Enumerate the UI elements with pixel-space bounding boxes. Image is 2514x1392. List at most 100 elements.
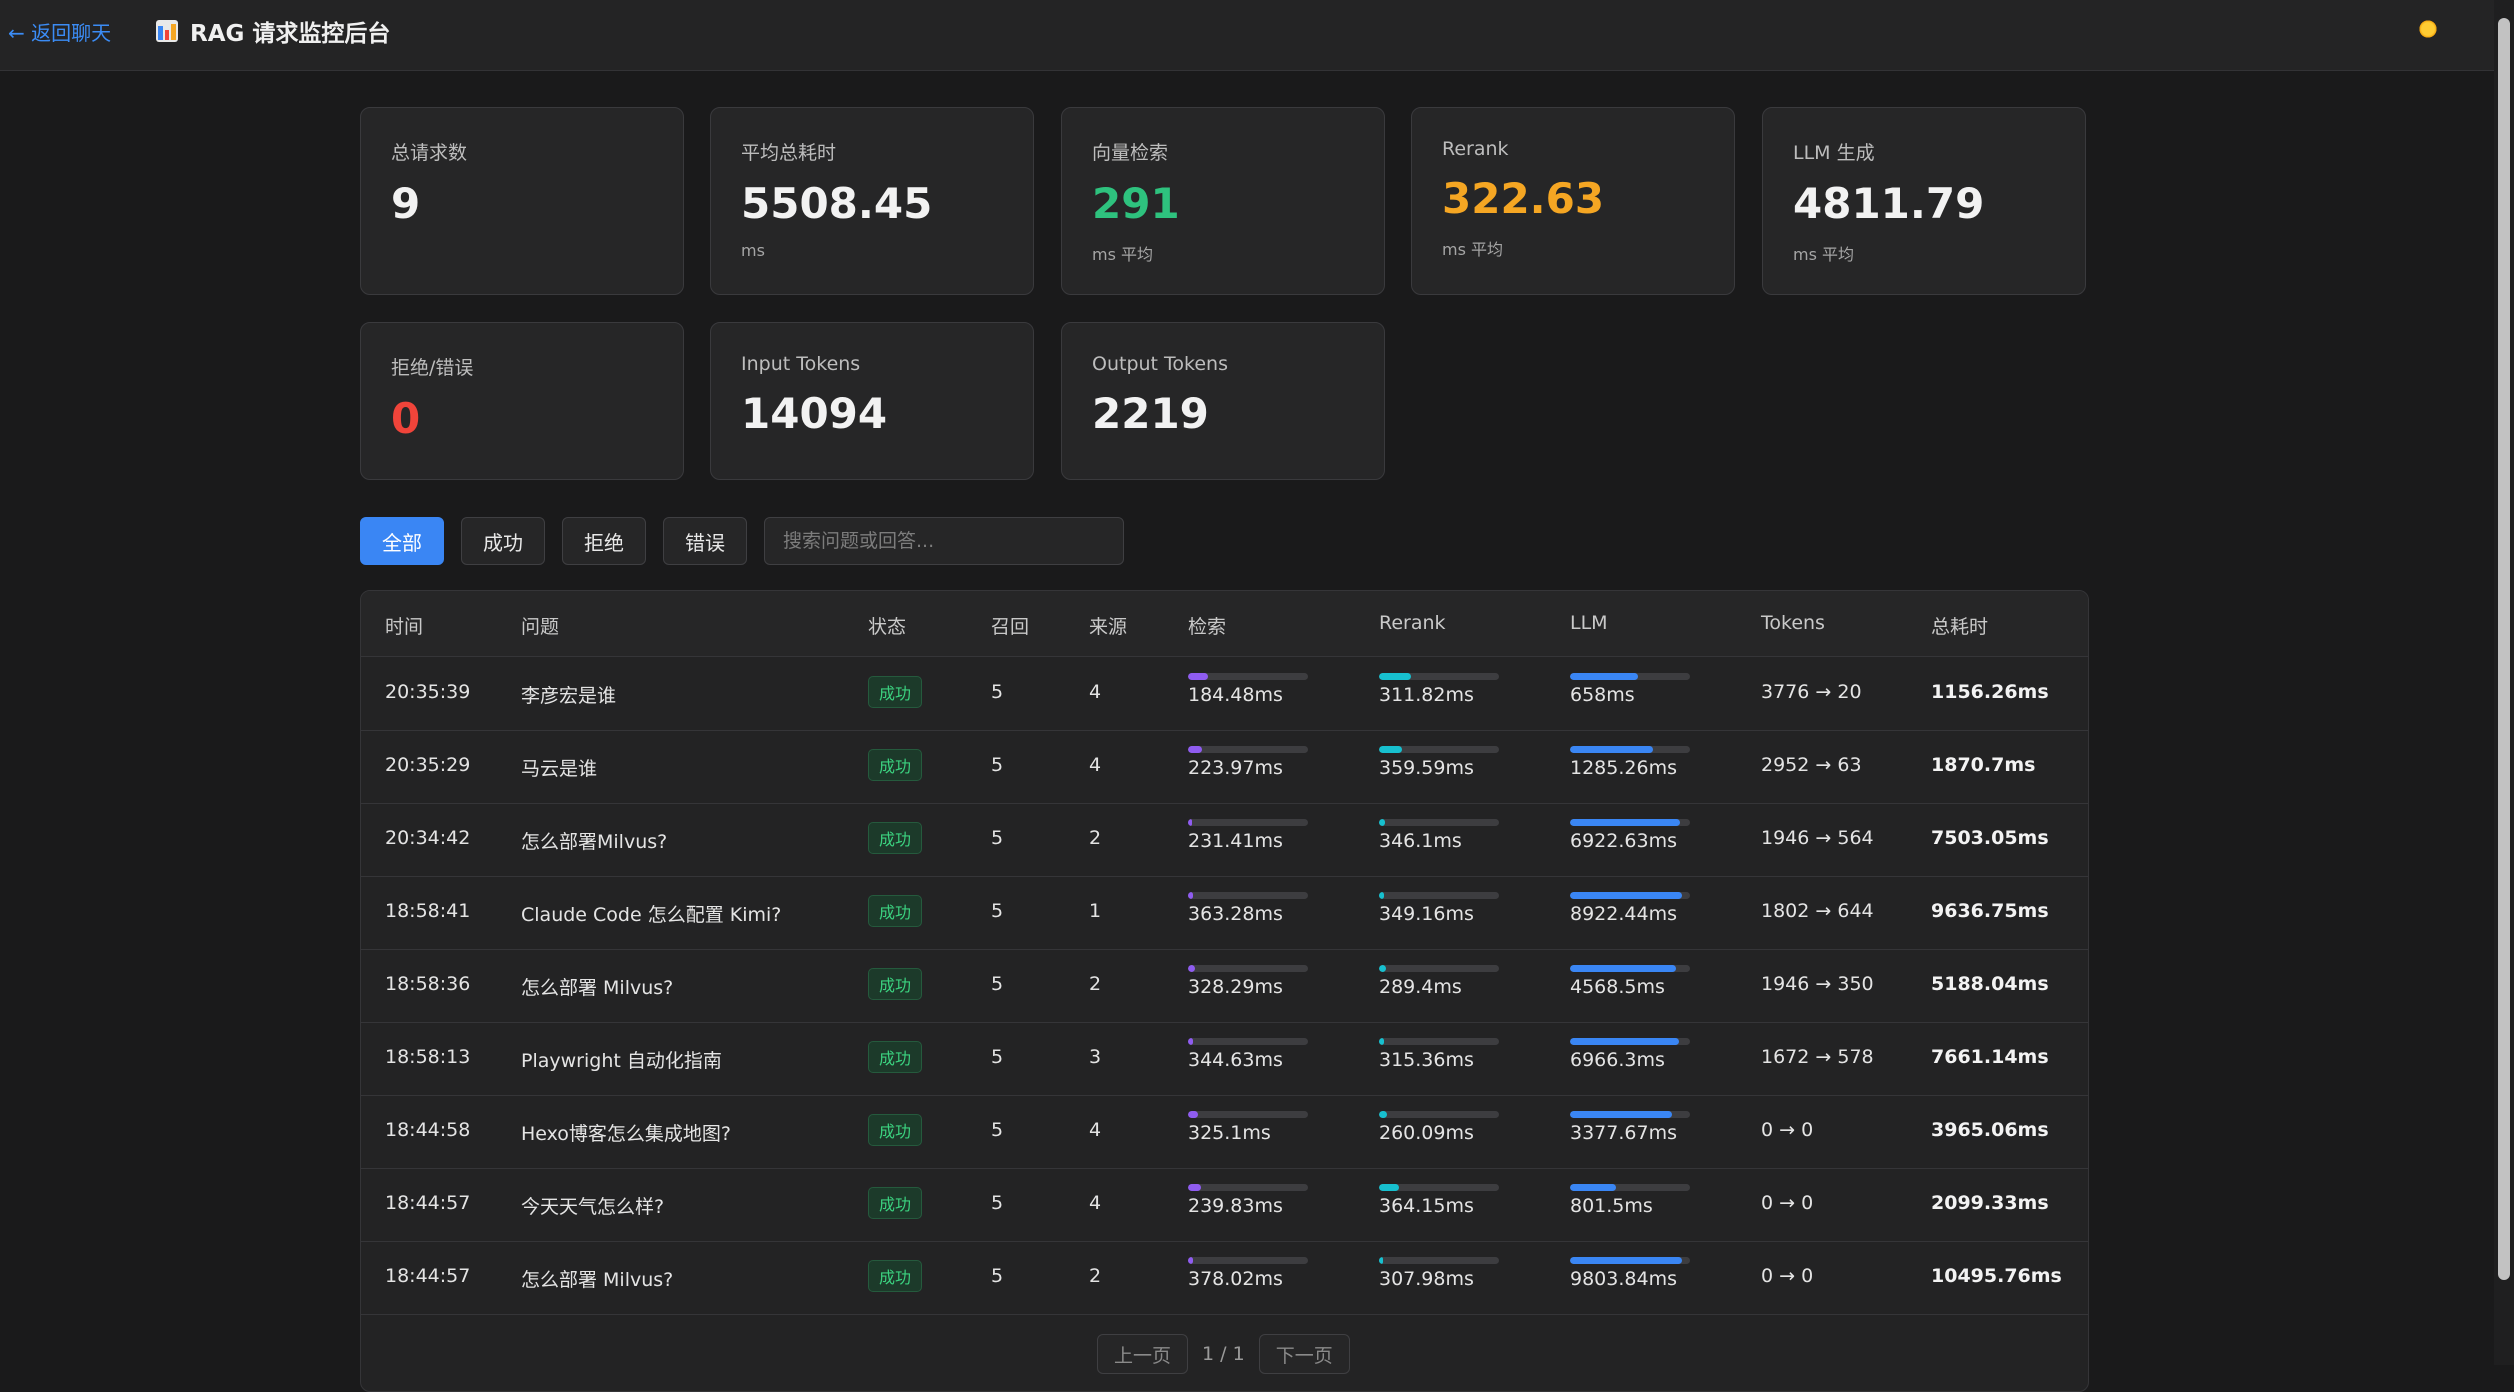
table-row[interactable]: 18:44:58 Hexo博客怎么集成地图? 成功 5 4 325.1ms 260.09ms…	[361, 1095, 2088, 1169]
stat-value: 14094	[741, 389, 888, 438]
header-time[interactable]: 时间	[385, 612, 423, 639]
cell-source: 3	[1089, 1046, 1102, 1068]
retrieval-bar-fill	[1188, 673, 1209, 680]
rerank-bar-fill	[1379, 965, 1387, 972]
rerank-bar-track	[1379, 892, 1499, 899]
back-to-chat-link[interactable]: ← 返回聊天	[8, 17, 111, 46]
cell-total: 9636.75ms	[1931, 900, 2049, 922]
retrieval-bar-track	[1188, 1184, 1308, 1191]
rerank-bar-track	[1379, 1257, 1499, 1264]
status-badge: 成功	[868, 1187, 923, 1219]
retrieval-bar-label: 239.83ms	[1188, 1195, 1283, 1217]
retrieval-bar-track	[1188, 892, 1308, 899]
cell-question: 今天天气怎么样?	[521, 1196, 665, 1218]
table-row[interactable]: 18:58:36 怎么部署 Milvus? 成功 5 2 328.29ms 289.4ms 4…	[361, 949, 2088, 1023]
llm-bar-label: 6922.63ms	[1570, 830, 1677, 852]
cell-question: 马云是谁	[521, 758, 598, 780]
search-input[interactable]	[764, 517, 1124, 565]
llm-bar-label: 801.5ms	[1570, 1195, 1653, 1217]
filter-all-button[interactable]: 全部	[360, 517, 444, 565]
stat-unit: ms 平均	[1793, 245, 1855, 264]
cell-rerank: 311.82ms	[1379, 673, 1499, 706]
cell-llm: 8922.44ms	[1570, 892, 1690, 925]
cell-time: 18:44:58	[385, 1119, 471, 1141]
llm-bar-label: 8922.44ms	[1570, 903, 1677, 925]
table-row[interactable]: 18:44:57 怎么部署 Milvus? 成功 5 2 378.02ms 307.98ms…	[361, 1241, 2088, 1315]
header-rerank[interactable]: Rerank	[1379, 612, 1446, 634]
header-question[interactable]: 问题	[521, 612, 559, 639]
header-llm[interactable]: LLM	[1570, 612, 1608, 634]
llm-bar-fill	[1570, 673, 1639, 680]
status-badge: 成功	[868, 1114, 923, 1146]
cell-retrieval: 325.1ms	[1188, 1111, 1308, 1144]
cell-rerank: 260.09ms	[1379, 1111, 1499, 1144]
cell-total: 1156.26ms	[1931, 681, 2049, 703]
cell-time: 20:34:42	[385, 827, 471, 849]
top-bar: ← 返回聊天 RAG 请求监控后台	[0, 0, 2494, 71]
retrieval-bar-fill	[1188, 965, 1196, 972]
rerank-bar-fill	[1379, 1111, 1388, 1118]
sun-icon[interactable]	[2418, 19, 2438, 39]
cell-total: 5188.04ms	[1931, 973, 2049, 995]
table-row[interactable]: 18:58:41 Claude Code 怎么配置 Kimi? 成功 5 1 363.28…	[361, 876, 2088, 950]
cell-source: 4	[1089, 754, 1102, 776]
llm-bar-fill	[1570, 1111, 1672, 1118]
cell-source: 2	[1089, 973, 1102, 995]
stat-value: 0	[391, 394, 421, 443]
llm-bar-track	[1570, 673, 1690, 680]
prev-page-button[interactable]: 上一页	[1097, 1334, 1189, 1374]
stat-value: 9	[391, 179, 421, 228]
scrollbar-thumb[interactable]	[2498, 18, 2510, 1280]
stat-card-reject-error: 拒绝/错误 0	[360, 322, 684, 480]
cell-rerank: 315.36ms	[1379, 1038, 1499, 1071]
cell-time: 20:35:39	[385, 681, 471, 703]
cell-recall: 5	[991, 900, 1004, 922]
rerank-bar-track	[1379, 746, 1499, 753]
header-total[interactable]: 总耗时	[1931, 612, 1988, 639]
cell-llm: 6966.3ms	[1570, 1038, 1690, 1071]
table-row[interactable]: 20:35:39 李彦宏是谁 成功 5 4 184.48ms 311.82ms 658ms 37…	[361, 657, 2088, 731]
rerank-bar-fill	[1379, 1038, 1384, 1045]
llm-bar-track	[1570, 819, 1690, 826]
cell-source: 2	[1089, 827, 1102, 849]
rerank-bar-label: 260.09ms	[1379, 1122, 1474, 1144]
retrieval-bar-label: 363.28ms	[1188, 903, 1283, 925]
filter-error-button[interactable]: 错误	[663, 517, 747, 565]
filter-reject-button[interactable]: 拒绝	[562, 517, 646, 565]
cell-recall: 5	[991, 1192, 1004, 1214]
table-row[interactable]: 20:35:29 马云是谁 成功 5 4 223.97ms 359.59ms 1285.26m…	[361, 730, 2088, 804]
cell-retrieval: 363.28ms	[1188, 892, 1308, 925]
rerank-bar-label: 307.98ms	[1379, 1268, 1474, 1290]
table-row[interactable]: 18:58:13 Playwright 自动化指南 成功 5 3 344.63ms 315.…	[361, 1022, 2088, 1096]
retrieval-bar-fill	[1188, 746, 1203, 753]
retrieval-bar-label: 344.63ms	[1188, 1049, 1283, 1071]
rerank-bar-track	[1379, 965, 1499, 972]
stat-value: 2219	[1092, 389, 1209, 438]
table-row[interactable]: 18:44:57 今天天气怎么样? 成功 5 4 239.83ms 364.15ms 801.…	[361, 1168, 2088, 1242]
cell-total: 10495.76ms	[1931, 1265, 2062, 1287]
header-recall[interactable]: 召回	[991, 612, 1029, 639]
rerank-bar-label: 364.15ms	[1379, 1195, 1474, 1217]
cell-tokens: 1672 → 578	[1761, 1046, 1874, 1068]
header-tokens[interactable]: Tokens	[1761, 612, 1825, 634]
cell-question: Hexo博客怎么集成地图?	[521, 1123, 732, 1145]
status-badge: 成功	[868, 822, 923, 854]
page-scrollbar[interactable]	[2494, 0, 2514, 1365]
header-status[interactable]: 状态	[868, 612, 906, 639]
cell-total: 3965.06ms	[1931, 1119, 2049, 1141]
table-row[interactable]: 20:34:42 怎么部署Milvus? 成功 5 2 231.41ms 346.1ms 69…	[361, 803, 2088, 877]
cell-time: 18:58:36	[385, 973, 471, 995]
filter-success-button[interactable]: 成功	[461, 517, 545, 565]
llm-bar-fill	[1570, 892, 1682, 899]
rerank-bar-label: 311.82ms	[1379, 684, 1474, 706]
cell-rerank: 359.59ms	[1379, 746, 1499, 779]
cell-source: 4	[1089, 1192, 1102, 1214]
cell-recall: 5	[991, 681, 1004, 703]
header-source[interactable]: 来源	[1089, 612, 1127, 639]
header-retrieval[interactable]: 检索	[1188, 612, 1226, 639]
next-page-button[interactable]: 下一页	[1258, 1334, 1350, 1374]
llm-bar-label: 1285.26ms	[1570, 757, 1677, 779]
retrieval-bar-fill	[1188, 892, 1193, 899]
stat-value: 4811.79	[1793, 179, 1985, 228]
cell-retrieval: 344.63ms	[1188, 1038, 1308, 1071]
